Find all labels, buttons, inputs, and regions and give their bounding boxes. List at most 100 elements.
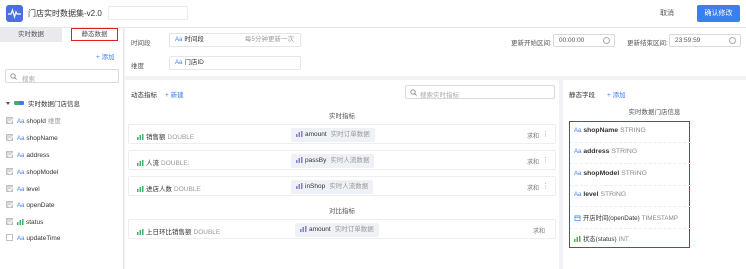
static-field-row[interactable]: Aa shopModel STRING <box>574 170 647 177</box>
divider <box>570 163 691 164</box>
field-type: 维度 <box>47 118 61 125</box>
divider <box>570 206 691 207</box>
time-label: 时间段 <box>131 40 151 47</box>
metric-field: amount <box>305 131 327 138</box>
end-time-value: 23:59:59 <box>675 37 701 44</box>
static-field-row[interactable]: Aa level STRING <box>574 191 626 198</box>
checkbox[interactable] <box>6 185 13 192</box>
metric-agg[interactable]: 求和 <box>527 183 539 192</box>
left-add-button[interactable]: + 添加 <box>96 51 115 61</box>
metric-name-cell: 进店人数 DOUBLE <box>137 183 201 193</box>
cancel-button[interactable]: 取消 <box>660 8 674 18</box>
field-name: shopModel <box>26 169 59 176</box>
search-icon <box>10 73 17 80</box>
more-icon[interactable]: ⋮ <box>542 182 549 190</box>
bar-chart-icon <box>17 219 24 225</box>
time-value: 时间段 <box>184 36 204 43</box>
dimension-chip[interactable]: Aa 门店ID <box>169 56 301 70</box>
metric-source-chip[interactable]: amount 实时订单数据 <box>291 128 375 142</box>
static-field-name: shopModel <box>583 170 620 177</box>
field-row[interactable]: Aa updateTime <box>6 234 60 244</box>
text-icon: Aa <box>574 128 582 134</box>
metric-source-chip[interactable]: inShop 实时人流数据 <box>291 180 374 194</box>
tree-root[interactable]: 实时数据门店信息 <box>6 98 80 108</box>
field-row[interactable]: Aa level <box>6 185 40 195</box>
chevron-down-icon <box>6 102 10 105</box>
metric-type: DOUBLE <box>174 186 201 193</box>
metric-name-cell: 上日环比销售额 DOUBLE <box>137 226 220 236</box>
metric-type: DOUBLE: <box>161 160 190 167</box>
field-name: openDate <box>26 202 55 209</box>
bar-chart-icon <box>296 157 303 163</box>
checkbox[interactable] <box>6 234 13 241</box>
tree-root-label: 实时数据门店信息 <box>28 101 80 108</box>
field-name: status <box>26 219 44 226</box>
field-row[interactable]: Aa openDate <box>6 201 55 211</box>
static-field-name: level <box>583 191 599 198</box>
static-field-row[interactable]: Aa address STRING <box>574 148 637 155</box>
divider <box>570 185 691 186</box>
metric-name: 上日环比销售额 <box>146 229 192 236</box>
static-field-row[interactable]: 状态(status) INT <box>574 234 629 243</box>
top-bar: 门店实时数据集-v2.0 取消 确认修改 <box>0 0 746 28</box>
static-field-row[interactable]: Aa shopName STRING <box>574 127 646 134</box>
time-dimension-chip[interactable]: Aa 时间段 每5分钟更新一次 <box>169 33 301 47</box>
checkbox[interactable] <box>6 117 13 124</box>
field-row[interactable]: Aa address <box>6 151 49 161</box>
static-field-type: INT <box>618 236 629 243</box>
metric-type: DOUBLE <box>167 134 195 141</box>
field-row[interactable]: status <box>6 218 43 228</box>
compare-metric-row[interactable]: 上日环比销售额 DOUBLE amount 实时订单数据 求和 <box>128 219 556 239</box>
metric-row[interactable]: 销售额 DOUBLE amount 实时订单数据 求和 ⋮ <box>128 124 556 144</box>
metric-type: DOUBLE <box>193 229 221 236</box>
bar-chart-icon <box>137 186 144 192</box>
metric-source: 实时订单数据 <box>334 226 374 233</box>
dataset-name-input[interactable] <box>108 6 188 20</box>
text-icon: Aa <box>17 153 25 159</box>
table-icon <box>14 101 24 105</box>
metric-source-chip[interactable]: passBy 实时人流数据 <box>291 154 375 168</box>
text-icon: Aa <box>574 192 582 198</box>
text-icon: Aa <box>175 60 183 66</box>
static-field-type: STRING <box>620 127 646 134</box>
static-field-row[interactable]: 开店时间(openDate) TIMESTAMP <box>574 213 678 222</box>
static-add-button[interactable]: + 添加 <box>607 89 626 99</box>
more-icon[interactable]: ⋮ <box>542 130 549 138</box>
metric-row[interactable]: 进店人数 DOUBLE inShop 实时人流数据 求和 ⋮ <box>128 176 556 196</box>
checkbox[interactable] <box>6 168 13 175</box>
more-icon[interactable]: ⋮ <box>542 156 549 164</box>
metric-row[interactable]: 人流 DOUBLE: passBy 实时人流数据 求和 ⋮ <box>128 150 556 170</box>
metrics-title: 动态指标 <box>131 92 157 99</box>
metric-search-input[interactable]: 搜索实时指标 <box>405 85 555 99</box>
field-row[interactable]: Aa shopId 维度 <box>6 117 61 127</box>
end-time-input[interactable]: 23:59:59 <box>669 34 741 47</box>
bar-chart-icon <box>137 160 144 166</box>
metric-agg[interactable]: 求和 <box>533 226 545 235</box>
field-row[interactable]: Aa shopName <box>6 134 58 144</box>
bar-chart-icon <box>296 131 303 137</box>
static-field-name: 状态(status) <box>583 236 617 243</box>
static-field-list: Aa shopName STRING Aa address STRING Aa shopM… <box>569 121 691 248</box>
static-field-name: 开店时间(openDate) <box>583 215 640 222</box>
checkbox[interactable] <box>6 151 13 158</box>
metric-name-cell: 销售额 DOUBLE <box>137 131 194 141</box>
left-panel: 实时数据 静态数据 + 添加 搜索 实时数据门店信息 Aa shopId 维度 Aa… <box>0 28 124 269</box>
metric-agg[interactable]: 求和 <box>527 157 539 166</box>
start-time-input[interactable]: 00:00:00 <box>553 34 615 47</box>
metric-source: 实时人流数据 <box>329 183 369 190</box>
tab-static-data[interactable]: 静态数据 <box>71 28 118 41</box>
confirm-button[interactable]: 确认修改 <box>697 5 740 22</box>
start-time-value: 00:00:00 <box>559 37 585 44</box>
end-label: 更新结束区间: <box>627 40 668 47</box>
metric-source-chip[interactable]: amount 实时订单数据 <box>295 223 379 237</box>
field-row[interactable]: Aa shopModel <box>6 168 58 178</box>
checkbox[interactable] <box>6 201 13 208</box>
tab-realtime-data[interactable]: 实时数据 <box>0 28 62 42</box>
checkbox[interactable] <box>6 134 13 141</box>
new-metric-button[interactable]: + 新建 <box>165 89 184 99</box>
checkbox[interactable] <box>6 218 13 225</box>
text-icon: Aa <box>175 37 183 43</box>
dimension-value: 门店ID <box>184 59 204 66</box>
metric-agg[interactable]: 求和 <box>527 131 539 140</box>
left-search-input[interactable]: 搜索 <box>5 69 119 83</box>
